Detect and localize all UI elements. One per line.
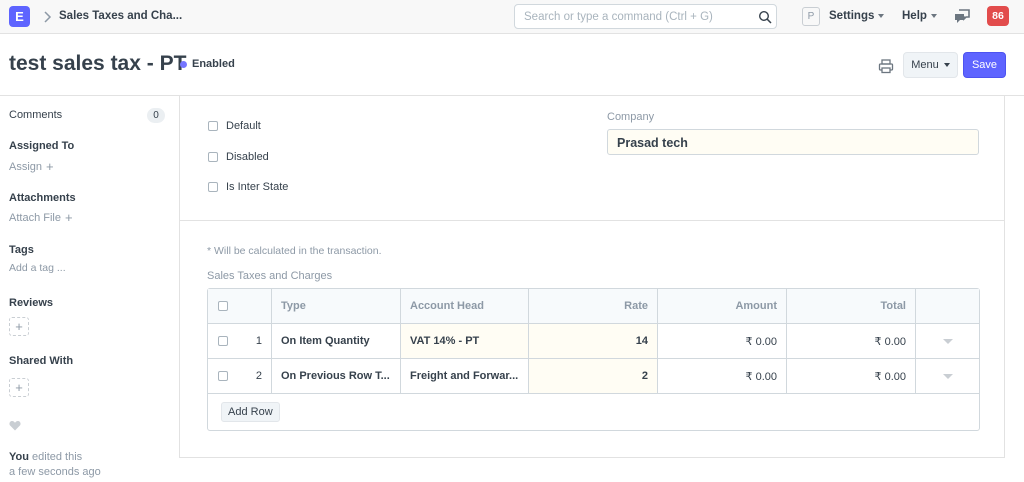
- default-label: Default: [226, 120, 261, 132]
- tags-label: Tags: [9, 244, 34, 256]
- assigned-to-label: Assigned To: [9, 140, 75, 152]
- checkbox-box[interactable]: [208, 152, 218, 162]
- last-edited-info: You edited this a few seconds ago: [9, 450, 101, 480]
- row-menu-cell[interactable]: [916, 359, 979, 393]
- row-menu-cell[interactable]: [916, 324, 979, 358]
- reviews-label: Reviews: [9, 297, 54, 309]
- section-divider: [180, 220, 1004, 221]
- settings-dropdown[interactable]: Settings: [829, 10, 885, 22]
- header-rate: Rate: [529, 289, 658, 323]
- caret-down-icon: [878, 14, 885, 18]
- search-box: [514, 4, 777, 29]
- search-icon[interactable]: [758, 10, 772, 24]
- assign-link[interactable]: Assign +: [9, 160, 54, 173]
- row-rate[interactable]: 2: [529, 359, 658, 393]
- assign-label: Assign: [9, 160, 43, 173]
- plus-icon: +: [15, 319, 23, 334]
- calculation-note: * Will be calculated in the transaction.: [207, 245, 382, 257]
- attach-file-label: Attach File: [9, 211, 61, 224]
- company-label: Company: [607, 111, 655, 123]
- chat-icon[interactable]: [954, 9, 970, 24]
- heart-icon[interactable]: [9, 420, 21, 431]
- breadcrumb[interactable]: Sales Taxes and Cha...: [59, 10, 182, 22]
- comments-count-badge: 0: [147, 108, 165, 123]
- row-total[interactable]: ₹ 0.00: [787, 324, 916, 358]
- default-checkbox[interactable]: Default: [208, 120, 261, 132]
- edited-time: a few seconds ago: [9, 466, 101, 478]
- comments-label: Comments: [9, 109, 63, 121]
- select-all-checkbox[interactable]: [218, 301, 228, 311]
- help-label: Help: [902, 10, 927, 22]
- select-all-cell: [208, 289, 272, 323]
- row-index: 1: [255, 335, 262, 347]
- row-type[interactable]: On Previous Row T...: [272, 359, 401, 393]
- disabled-label: Disabled: [226, 151, 269, 163]
- checkbox-box[interactable]: [208, 182, 218, 192]
- checkbox-box[interactable]: [208, 121, 218, 131]
- save-button[interactable]: Save: [963, 52, 1006, 78]
- form-body: Default Disabled Is Inter State Company …: [179, 96, 1005, 458]
- status-indicator: Enabled: [180, 58, 235, 70]
- add-share-button[interactable]: +: [9, 378, 29, 397]
- edited-user: You: [9, 451, 29, 463]
- header-actions: [916, 289, 979, 323]
- sidebar: Comments 0 Assigned To Assign + Attachme…: [0, 96, 180, 482]
- row-amount[interactable]: ₹ 0.00: [658, 324, 787, 358]
- page-title: test sales tax - PT: [9, 52, 187, 75]
- header-type: Type: [272, 289, 401, 323]
- disabled-checkbox[interactable]: Disabled: [208, 151, 269, 163]
- status-label: Enabled: [192, 58, 235, 70]
- navbar: E Sales Taxes and Cha... P Settings Help…: [0, 0, 1024, 34]
- menu-button[interactable]: Menu: [903, 52, 958, 78]
- header-account-head: Account Head: [401, 289, 529, 323]
- plus-icon: +: [15, 380, 23, 395]
- user-avatar[interactable]: P: [802, 7, 820, 26]
- help-dropdown[interactable]: Help: [902, 10, 937, 22]
- header-total: Total: [787, 289, 916, 323]
- menu-label: Menu: [911, 59, 939, 71]
- print-icon[interactable]: [877, 58, 895, 74]
- row-caret-icon[interactable]: [942, 373, 953, 379]
- settings-label: Settings: [829, 10, 875, 22]
- row-caret-icon[interactable]: [942, 338, 953, 344]
- status-dot-icon: [180, 60, 187, 68]
- row-select-cell: 2: [208, 359, 272, 393]
- app-logo[interactable]: E: [9, 6, 30, 27]
- is-inter-state-label: Is Inter State: [226, 181, 289, 193]
- grid-header-row: Type Account Head Rate Amount Total: [208, 289, 979, 324]
- caret-down-icon: [930, 14, 937, 18]
- taxes-grid: Type Account Head Rate Amount Total 1 On…: [207, 288, 980, 431]
- row-checkbox[interactable]: [218, 336, 228, 346]
- add-tag-link[interactable]: Add a tag ...: [9, 262, 66, 274]
- attach-file-link[interactable]: Attach File +: [9, 211, 73, 224]
- row-account-head[interactable]: Freight and Forwar...: [401, 359, 529, 393]
- table-row[interactable]: 1 On Item Quantity VAT 14% - PT 14 ₹ 0.0…: [208, 324, 979, 359]
- add-row-button[interactable]: Add Row: [221, 402, 280, 422]
- table-row[interactable]: 2 On Previous Row T... Freight and Forwa…: [208, 359, 979, 394]
- notification-badge[interactable]: 86: [987, 6, 1009, 26]
- row-select-cell: 1: [208, 324, 272, 358]
- page-head: test sales tax - PT Enabled Menu Save: [0, 35, 1024, 96]
- row-account-head[interactable]: VAT 14% - PT: [401, 324, 529, 358]
- row-index: 2: [255, 370, 262, 382]
- row-type[interactable]: On Item Quantity: [272, 324, 401, 358]
- is-inter-state-checkbox[interactable]: Is Inter State: [208, 181, 288, 193]
- plus-icon: +: [46, 159, 54, 174]
- chevron-right-icon: [44, 11, 52, 23]
- row-total[interactable]: ₹ 0.00: [787, 359, 916, 393]
- row-amount[interactable]: ₹ 0.00: [658, 359, 787, 393]
- row-checkbox[interactable]: [218, 371, 228, 381]
- taxes-grid-label: Sales Taxes and Charges: [207, 270, 333, 282]
- header-amount: Amount: [658, 289, 787, 323]
- add-review-button[interactable]: +: [9, 317, 29, 336]
- row-rate[interactable]: 14: [529, 324, 658, 358]
- shared-with-label: Shared With: [9, 355, 74, 367]
- plus-icon: +: [64, 210, 73, 225]
- company-field[interactable]: Prasad tech: [607, 129, 979, 155]
- caret-down-icon: [943, 63, 950, 67]
- attachments-label: Attachments: [9, 192, 76, 204]
- search-input[interactable]: [515, 5, 751, 28]
- edited-text: edited this: [32, 451, 83, 463]
